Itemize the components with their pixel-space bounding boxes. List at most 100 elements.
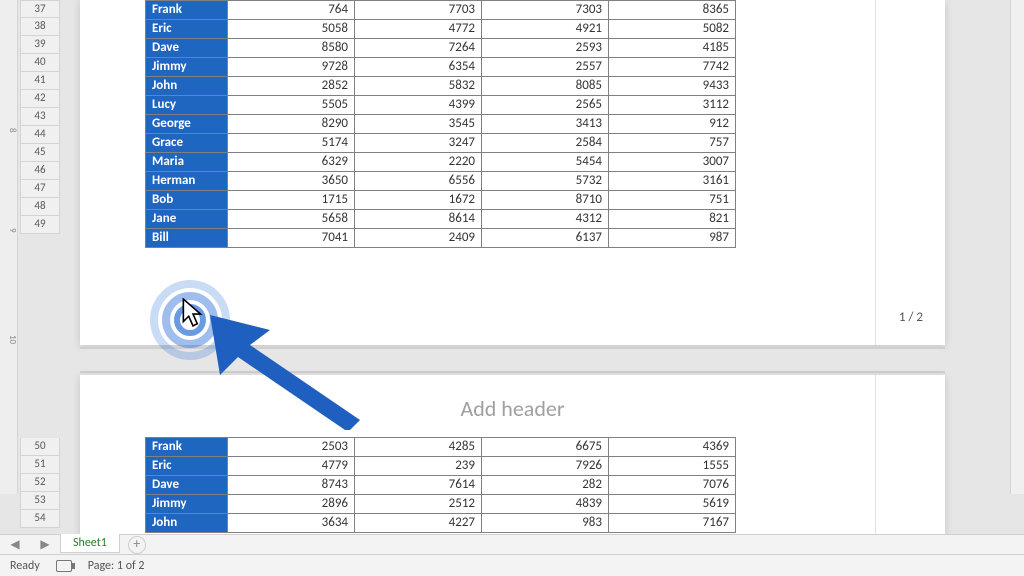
table-row[interactable]: Jimmy2896251248395619 — [146, 495, 736, 514]
value-cell[interactable]: 3413 — [482, 115, 609, 134]
value-cell[interactable]: 4779 — [228, 457, 355, 476]
value-cell[interactable]: 2584 — [482, 134, 609, 153]
sheet-tab-sheet1[interactable]: Sheet1 — [60, 534, 120, 553]
value-cell[interactable]: 912 — [609, 115, 736, 134]
value-cell[interactable]: 3545 — [355, 115, 482, 134]
table-row[interactable]: Bob171516728710751 — [146, 191, 736, 210]
name-cell[interactable]: Frank — [146, 1, 228, 20]
value-cell[interactable]: 821 — [609, 210, 736, 229]
value-cell[interactable]: 7926 — [482, 457, 609, 476]
value-cell[interactable]: 8085 — [482, 77, 609, 96]
name-cell[interactable]: George — [146, 115, 228, 134]
value-cell[interactable]: 2565 — [482, 96, 609, 115]
row-number[interactable]: 53 — [20, 492, 60, 510]
value-cell[interactable]: 7264 — [355, 39, 482, 58]
name-cell[interactable]: John — [146, 514, 228, 533]
row-number[interactable]: 48 — [20, 198, 60, 216]
value-cell[interactable]: 6329 — [228, 153, 355, 172]
value-cell[interactable]: 983 — [482, 514, 609, 533]
row-number[interactable]: 51 — [20, 456, 60, 474]
row-number[interactable]: 49 — [20, 216, 60, 234]
value-cell[interactable]: 764 — [228, 1, 355, 20]
table-row[interactable]: Jimmy9728635425577742 — [146, 58, 736, 77]
table-row[interactable]: Eric477923979261555 — [146, 457, 736, 476]
empty-columns-area[interactable] — [875, 375, 945, 540]
row-number[interactable]: 46 — [20, 162, 60, 180]
value-cell[interactable]: 5658 — [228, 210, 355, 229]
value-cell[interactable]: 5082 — [609, 20, 736, 39]
row-number[interactable]: 42 — [20, 90, 60, 108]
value-cell[interactable]: 2557 — [482, 58, 609, 77]
data-table-page2[interactable]: Frank2503428566754369Eric477923979261555… — [145, 437, 736, 533]
value-cell[interactable]: 6556 — [355, 172, 482, 191]
row-number[interactable]: 50 — [20, 438, 60, 456]
value-cell[interactable]: 4369 — [609, 438, 736, 457]
table-row[interactable]: Herman3650655657323161 — [146, 172, 736, 191]
add-sheet-button[interactable]: + — [128, 536, 146, 554]
name-cell[interactable]: Dave — [146, 39, 228, 58]
value-cell[interactable]: 7703 — [355, 1, 482, 20]
name-cell[interactable]: Jimmy — [146, 58, 228, 77]
add-header-placeholder[interactable]: Add header — [80, 395, 945, 422]
name-cell[interactable]: Bob — [146, 191, 228, 210]
table-row[interactable]: Dave8580726425934185 — [146, 39, 736, 58]
value-cell[interactable]: 4227 — [355, 514, 482, 533]
row-number[interactable]: 43 — [20, 108, 60, 126]
vertical-scrollbar[interactable] — [1010, 0, 1024, 494]
value-cell[interactable]: 2593 — [482, 39, 609, 58]
value-cell[interactable]: 2852 — [228, 77, 355, 96]
macro-record-icon[interactable] — [56, 560, 72, 572]
value-cell[interactable]: 2512 — [355, 495, 482, 514]
value-cell[interactable]: 2409 — [355, 229, 482, 248]
row-number[interactable]: 39 — [20, 36, 60, 54]
value-cell[interactable]: 8580 — [228, 39, 355, 58]
row-number[interactable]: 45 — [20, 144, 60, 162]
value-cell[interactable]: 3650 — [228, 172, 355, 191]
row-number[interactable]: 47 — [20, 180, 60, 198]
name-cell[interactable]: Bill — [146, 229, 228, 248]
name-cell[interactable]: Herman — [146, 172, 228, 191]
value-cell[interactable]: 5058 — [228, 20, 355, 39]
table-row[interactable]: Grace517432472584757 — [146, 134, 736, 153]
value-cell[interactable]: 4772 — [355, 20, 482, 39]
table-row[interactable]: Maria6329222054543007 — [146, 153, 736, 172]
name-cell[interactable]: Eric — [146, 20, 228, 39]
value-cell[interactable]: 7742 — [609, 58, 736, 77]
value-cell[interactable]: 5832 — [355, 77, 482, 96]
table-row[interactable]: Lucy5505439925653112 — [146, 96, 736, 115]
value-cell[interactable]: 5732 — [482, 172, 609, 191]
table-row[interactable]: Bill704124096137987 — [146, 229, 736, 248]
table-row[interactable]: Jane565886144312821 — [146, 210, 736, 229]
value-cell[interactable]: 239 — [355, 457, 482, 476]
value-cell[interactable]: 8743 — [228, 476, 355, 495]
table-row[interactable]: John363442279837167 — [146, 514, 736, 533]
name-cell[interactable]: Grace — [146, 134, 228, 153]
row-number[interactable]: 37 — [20, 0, 60, 18]
value-cell[interactable]: 2896 — [228, 495, 355, 514]
value-cell[interactable]: 7167 — [609, 514, 736, 533]
name-cell[interactable]: Jane — [146, 210, 228, 229]
table-row[interactable]: Dave874376142827076 — [146, 476, 736, 495]
value-cell[interactable]: 4839 — [482, 495, 609, 514]
row-number[interactable]: 44 — [20, 126, 60, 144]
value-cell[interactable]: 1672 — [355, 191, 482, 210]
value-cell[interactable]: 6354 — [355, 58, 482, 77]
value-cell[interactable]: 4921 — [482, 20, 609, 39]
value-cell[interactable]: 3161 — [609, 172, 736, 191]
value-cell[interactable]: 282 — [482, 476, 609, 495]
value-cell[interactable]: 6137 — [482, 229, 609, 248]
name-cell[interactable]: Maria — [146, 153, 228, 172]
name-cell[interactable]: Jimmy — [146, 495, 228, 514]
value-cell[interactable]: 3007 — [609, 153, 736, 172]
name-cell[interactable]: Lucy — [146, 96, 228, 115]
value-cell[interactable]: 9433 — [609, 77, 736, 96]
row-number[interactable]: 40 — [20, 54, 60, 72]
value-cell[interactable]: 3247 — [355, 134, 482, 153]
value-cell[interactable]: 8710 — [482, 191, 609, 210]
row-number[interactable]: 41 — [20, 72, 60, 90]
value-cell[interactable]: 7041 — [228, 229, 355, 248]
row-number[interactable]: 54 — [20, 510, 60, 528]
value-cell[interactable]: 8614 — [355, 210, 482, 229]
value-cell[interactable]: 4285 — [355, 438, 482, 457]
name-cell[interactable]: Eric — [146, 457, 228, 476]
